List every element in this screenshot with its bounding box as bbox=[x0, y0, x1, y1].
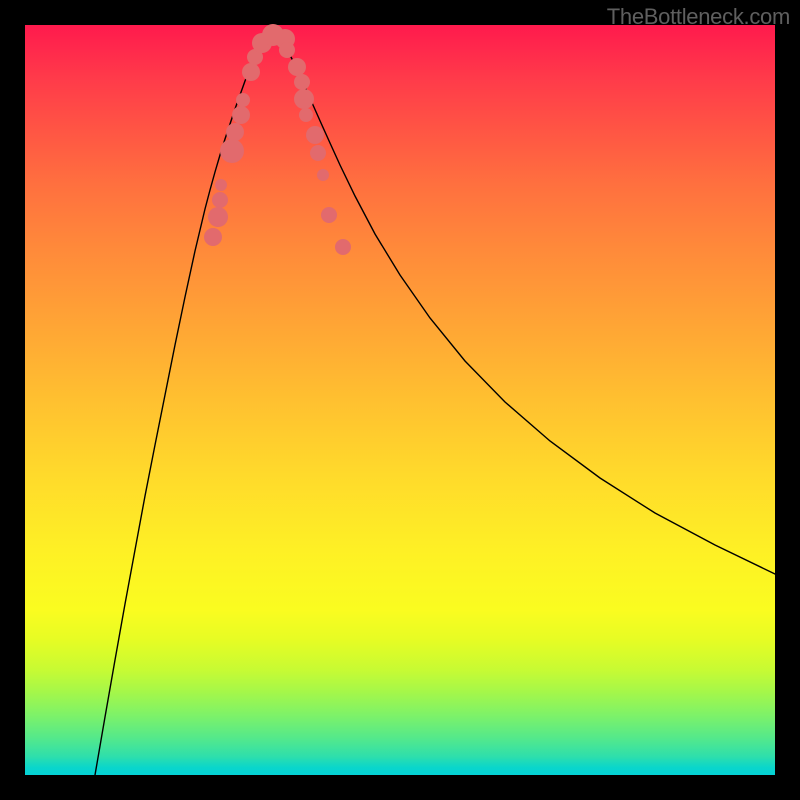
scatter-dot bbox=[317, 169, 329, 181]
scatter-dot bbox=[279, 42, 295, 58]
scatter-dot bbox=[310, 145, 326, 161]
chart-canvas bbox=[25, 25, 775, 775]
scatter-dot bbox=[294, 89, 314, 109]
scatter-dot bbox=[294, 74, 310, 90]
watermark-text: TheBottleneck.com bbox=[607, 4, 790, 30]
scatter-dot bbox=[212, 192, 228, 208]
scatter-dot bbox=[215, 179, 227, 191]
scatter-dot bbox=[288, 58, 306, 76]
scatter-dot bbox=[335, 239, 351, 255]
scatter-dot bbox=[321, 207, 337, 223]
scatter-dot bbox=[220, 139, 244, 163]
scatter-dot bbox=[232, 106, 250, 124]
plot-svg bbox=[25, 25, 775, 775]
scatter-dot bbox=[226, 123, 244, 141]
scatter-dot bbox=[299, 108, 313, 122]
scatter-dot bbox=[208, 207, 228, 227]
scatter-dot bbox=[242, 63, 260, 81]
curve-left-branch bbox=[95, 56, 255, 775]
scatter-dot bbox=[306, 126, 324, 144]
scatter-dot bbox=[236, 93, 250, 107]
curve-right-branch bbox=[290, 55, 775, 574]
scatter-dot bbox=[204, 228, 222, 246]
